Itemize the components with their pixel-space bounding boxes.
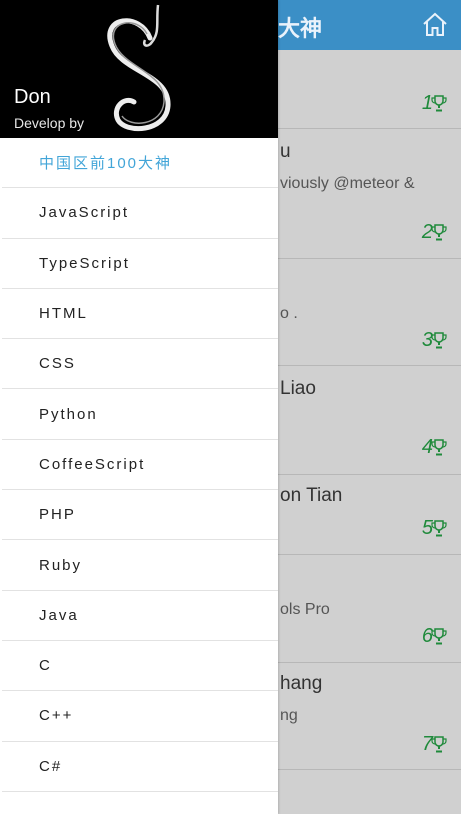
item-desc: ols Pro [280, 601, 330, 618]
trophy-icon [431, 736, 447, 753]
item-name: u [280, 141, 291, 162]
menu-item-csharp[interactable]: C# [2, 742, 278, 792]
menu-item-java[interactable]: Java [2, 591, 278, 641]
user-subtitle: Develop by [14, 115, 85, 131]
trophy-icon [431, 224, 447, 241]
menu-item-china-top100[interactable]: 中国区前100大神 [2, 138, 278, 189]
drawer-header: Don Develop by [0, 0, 278, 138]
menu-item-css[interactable]: CSS [2, 339, 278, 390]
item-name: Liao [280, 378, 316, 399]
menu-item-coffeescript[interactable]: CoffeeScript [2, 440, 278, 491]
trophy-icon [431, 332, 447, 349]
item-desc: o . [280, 305, 298, 322]
item-name: on Tian [280, 485, 343, 506]
menu-item-python[interactable]: Python [2, 389, 278, 440]
menu-item-cpp[interactable]: C++ [2, 691, 278, 742]
s-logo [107, 4, 171, 132]
menu-item-typescript[interactable]: TypeScript [2, 239, 278, 289]
trophy-icon [431, 628, 447, 645]
item-desc: viously @meteor & [280, 175, 415, 192]
menu-item-javascript[interactable]: JavaScript [2, 188, 278, 239]
item-name: hang [280, 673, 323, 694]
trophy-icon [431, 520, 447, 537]
nav-drawer: Don Develop by 中国区前100大神 JavaScript Type… [0, 0, 278, 814]
home-icon[interactable] [420, 9, 450, 39]
item-desc: ng [280, 707, 298, 724]
menu-item-ruby[interactable]: Ruby [2, 540, 278, 591]
trophy-icon [431, 439, 447, 456]
trophy-icon [431, 95, 447, 112]
app-title: 大神 [278, 17, 323, 42]
menu-item-html[interactable]: HTML [2, 289, 278, 340]
drawer-menu: 中国区前100大神 JavaScript TypeScript HTML CSS… [2, 138, 278, 814]
menu-item-partial[interactable] [2, 792, 278, 814]
user-name: Don [14, 86, 51, 108]
menu-item-php[interactable]: PHP [2, 490, 278, 541]
menu-item-c[interactable]: C [2, 641, 278, 692]
